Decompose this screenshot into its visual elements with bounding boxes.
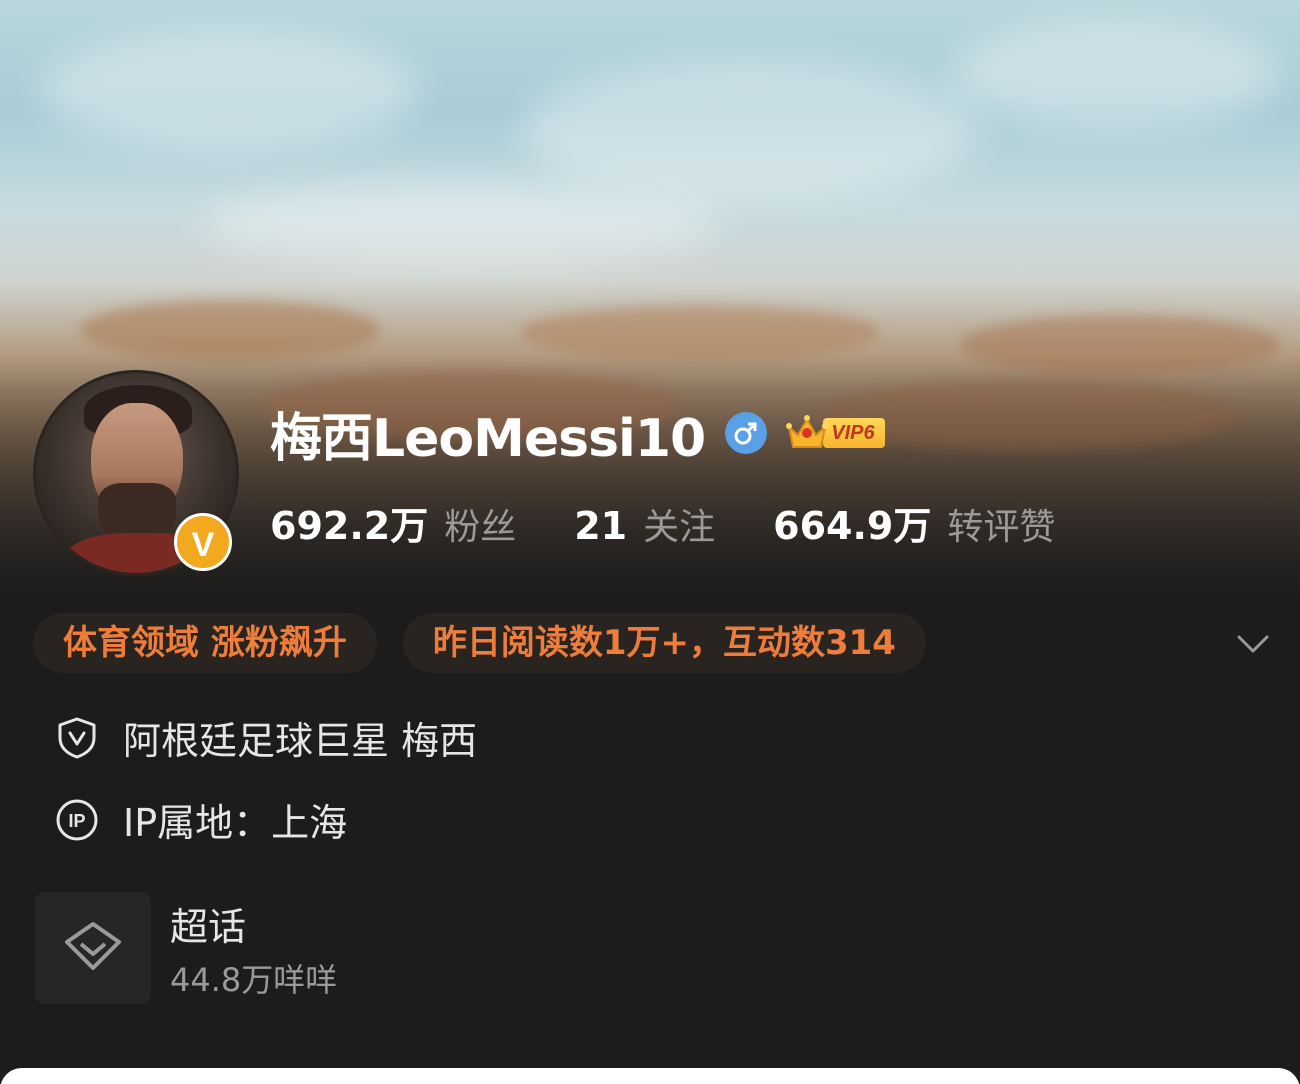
ip-location-text: IP属地：上海 [123, 801, 348, 845]
tags-row: 体育领域 涨粉飙升 昨日阅读数1万+，互动数314 [33, 612, 1273, 674]
stats-row: 692.2万 粉丝 21 关注 664.9万 转评赞 [270, 495, 1113, 550]
chevron-down-icon[interactable] [1233, 624, 1273, 664]
ip-icon: IP [55, 798, 99, 842]
stat-value: 692.2万 [270, 504, 429, 548]
stat-value: 21 [574, 504, 628, 548]
verification-row: 阿根廷足球巨星 梅西 [55, 710, 477, 765]
stat-value: 664.9万 [773, 504, 932, 548]
stat-following[interactable]: 21 关注 [574, 498, 715, 550]
username: 梅西LeoMessi10 [270, 408, 706, 469]
ip-location-row: IP IP属地：上海 [55, 792, 347, 847]
crown-icon [785, 413, 829, 453]
name-row: 梅西LeoMessi10 VIP6 [270, 398, 885, 469]
supertopic-card[interactable] [35, 892, 151, 1004]
shield-v-icon [55, 716, 99, 760]
vip-badge[interactable]: VIP6 [785, 413, 885, 453]
stat-label: 转评赞 [947, 507, 1056, 548]
profile-page: V 梅西LeoMessi10 VIP6 692.2万 粉丝 21 关注 664.… [0, 0, 1300, 1084]
male-icon [725, 412, 768, 454]
verified-badge-icon: V [174, 513, 232, 571]
bottom-sheet [0, 1068, 1300, 1084]
diamond-icon [63, 920, 123, 976]
tag-sports-trending[interactable]: 体育领域 涨粉飙升 [33, 613, 377, 673]
verification-text: 阿根廷足球巨星 梅西 [123, 719, 478, 763]
stat-label: 粉丝 [444, 507, 517, 548]
supertopic-subtitle: 44.8万咩咩 [170, 961, 338, 999]
stat-label: 关注 [643, 507, 716, 548]
tag-reading-stats[interactable]: 昨日阅读数1万+，互动数314 [402, 613, 926, 673]
stat-interactions[interactable]: 664.9万 转评赞 [773, 495, 1055, 550]
ip-icon-text: IP [68, 811, 85, 831]
supertopic-title[interactable]: 超话 [170, 896, 246, 951]
stat-followers[interactable]: 692.2万 粉丝 [270, 495, 516, 550]
vip-level-label: VIP6 [823, 418, 885, 448]
